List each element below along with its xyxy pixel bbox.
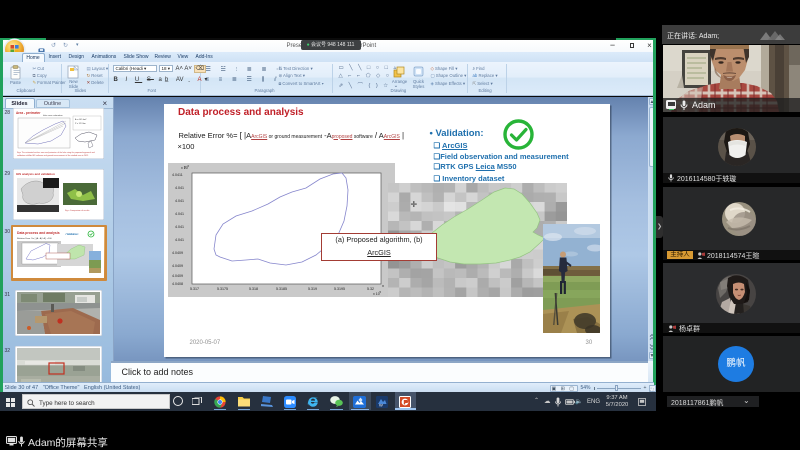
svg-text:4.041: 4.041 bbox=[175, 212, 184, 216]
svg-text:4.0409: 4.0409 bbox=[172, 274, 183, 278]
svg-text:Data process and analysis: Data process and analysis bbox=[17, 231, 60, 235]
svg-text:5.32: 5.32 bbox=[367, 287, 374, 291]
svg-text:5.3195: 5.3195 bbox=[334, 287, 345, 291]
svg-text:4.0408: 4.0408 bbox=[172, 282, 183, 286]
svg-text:4.041: 4.041 bbox=[175, 225, 184, 229]
svg-text:5.318: 5.318 bbox=[249, 287, 258, 291]
svg-text:4.0411: 4.0411 bbox=[172, 173, 183, 177]
svg-text:GIS analysis and validation: GIS analysis and validation bbox=[16, 172, 55, 176]
svg-text:y: y bbox=[184, 164, 186, 169]
svg-text:A = 4.45 km²: A = 4.45 km² bbox=[75, 118, 87, 121]
svg-text:Fig.x The estimated surface a: Fig.x The estimated surface area and per… bbox=[17, 151, 95, 154]
svg-text:5.3185: 5.3185 bbox=[276, 287, 287, 291]
svg-text:Area - perimeter: Area - perimeter bbox=[16, 111, 41, 115]
svg-text:4.0409: 4.0409 bbox=[172, 251, 183, 255]
svg-text:4.0409: 4.0409 bbox=[172, 264, 183, 268]
svg-text:W: W bbox=[379, 402, 383, 407]
svg-text:Relative Error %= [ |A - A| /: Relative Error %= [ |A - A| / A ] ×100 bbox=[17, 237, 52, 240]
svg-text:P = 12.3 km: P = 12.3 km bbox=[75, 123, 86, 125]
svg-text:5.319: 5.319 bbox=[308, 287, 317, 291]
svg-text:x: x bbox=[382, 283, 384, 288]
svg-text:• Validation:: • Validation: bbox=[65, 233, 79, 236]
svg-text:validation with ArcGIS softwar: validation with ArcGIS software and grou… bbox=[17, 154, 88, 157]
svg-text:4.041: 4.041 bbox=[175, 238, 184, 242]
svg-text:4.041: 4.041 bbox=[175, 186, 184, 190]
svg-text:5.317: 5.317 bbox=[190, 287, 199, 291]
svg-text:4.041: 4.041 bbox=[175, 199, 184, 203]
svg-text:lake area estimation: lake area estimation bbox=[43, 114, 63, 117]
svg-text:5.3175: 5.3175 bbox=[217, 287, 228, 291]
svg-text:Fig.x Comparison of results: Fig.x Comparison of results bbox=[65, 209, 89, 212]
